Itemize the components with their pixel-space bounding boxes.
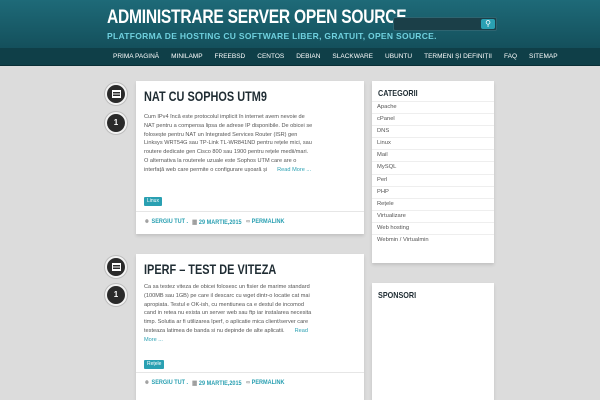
post-title[interactable]: IPERF – TEST DE VITEZA: [144, 261, 276, 277]
post-permalink[interactable]: ∞ PERMALINK: [246, 218, 284, 225]
nav-item-centos[interactable]: CentOS: [251, 48, 290, 66]
category-link-perl[interactable]: Perl: [372, 173, 494, 186]
nav-item-freebsd[interactable]: FreeBSD: [209, 48, 252, 66]
search-box: ⚲: [393, 17, 497, 31]
nav-item-sitemap[interactable]: Sitemap: [523, 48, 564, 66]
post-author-label: SERGIU TUT .: [151, 218, 189, 225]
post-date: ▦ 29 MARTIE,2015: [192, 218, 242, 226]
category-link-mail[interactable]: Mail: [372, 149, 494, 161]
link-icon: ∞: [246, 379, 250, 386]
post-card: NAT CU SOPHOS UTM9 Cum IPv4 încă este pr…: [136, 81, 364, 234]
post-format-badge: [105, 256, 127, 278]
nav-item-slackware[interactable]: Slackware: [326, 48, 379, 66]
sponsors-title: SPONSORI: [378, 290, 417, 300]
nav-item-minilamp[interactable]: MiniLAMP: [165, 48, 208, 66]
user-icon: ☻: [144, 379, 150, 386]
nav-list: Prima pagină MiniLAMP FreeBSD CentOS Deb…: [107, 48, 564, 66]
post-date: ▦ 29 MARTIE,2015: [192, 379, 242, 387]
post-excerpt-text: Ca sa testez viteza de obicei folosesc u…: [144, 284, 312, 334]
categories-title: CATEGORII: [378, 88, 418, 98]
site-title[interactable]: ADMINISTRARE SERVER OPEN SOURCE: [107, 7, 407, 29]
categories-list: Apache cPanel DNS Linux Mail MySQL Perl …: [372, 101, 494, 246]
category-link-mysql[interactable]: MySQL: [372, 161, 494, 173]
post-permalink[interactable]: ∞ PERMALINK: [246, 379, 284, 386]
post-author[interactable]: ☻ SERGIU TUT .: [144, 379, 188, 386]
user-icon: ☻: [144, 218, 150, 225]
category-link-virtualizare[interactable]: Virtualizare: [372, 209, 494, 222]
nav-item-debian[interactable]: Debian: [290, 48, 326, 66]
post-excerpt: Ca sa testez viteza de obicei folosesc u…: [144, 283, 314, 345]
search-button[interactable]: ⚲: [481, 19, 495, 29]
post-tag[interactable]: Rețele: [144, 360, 165, 369]
sponsors-widget: SPONSORI: [372, 283, 494, 400]
document-icon: [111, 263, 121, 271]
nav-item-faq[interactable]: FAQ: [498, 48, 523, 66]
category-link-php[interactable]: PHP: [372, 185, 494, 198]
nav-item-prima-pagina[interactable]: Prima pagină: [107, 48, 165, 66]
post-format-badge: [105, 83, 127, 105]
link-icon: ∞: [246, 218, 250, 225]
nav-item-termeni[interactable]: Termeni și definiții: [418, 48, 498, 66]
categories-widget: CATEGORII Apache cPanel DNS Linux Mail M…: [372, 81, 494, 263]
read-more-link[interactable]: Read More ...: [277, 167, 311, 173]
post-tag[interactable]: Linux: [144, 197, 162, 206]
post-date-label: 29 MARTIE,2015: [198, 380, 242, 387]
site-header: ADMINISTRARE SERVER OPEN SOURCE PLATFORM…: [0, 0, 600, 48]
post-title[interactable]: NAT CU SOPHOS UTM9: [144, 88, 267, 104]
post-permalink-label: PERMALINK: [251, 218, 285, 225]
nav-item-ubuntu[interactable]: Ubuntu: [379, 48, 418, 66]
comment-count-badge[interactable]: 1: [105, 284, 127, 306]
document-icon: [111, 90, 121, 98]
post-excerpt-text: Cum IPv4 încă este protocolul implicit î…: [144, 114, 313, 173]
comment-count-badge[interactable]: 1: [105, 112, 127, 134]
search-input[interactable]: [396, 18, 476, 30]
category-link-linux[interactable]: Linux: [372, 137, 494, 149]
post-date-label: 29 MARTIE,2015: [198, 219, 242, 226]
site-tagline: PLATFORMA DE HOSTING CU SOFTWARE LIBER, …: [107, 31, 437, 41]
category-link-apache[interactable]: Apache: [372, 101, 494, 113]
post-card: IPERF – TEST DE VITEZA Ca sa testez vite…: [136, 254, 364, 400]
category-link-dns[interactable]: DNS: [372, 125, 494, 137]
calendar-icon: ▦: [192, 380, 198, 387]
search-icon: ⚲: [485, 19, 491, 28]
category-link-web-hosting[interactable]: Web hosting: [372, 221, 494, 234]
calendar-icon: ▦: [192, 219, 198, 226]
category-link-webmin[interactable]: Webmin / Virtualmin: [372, 234, 494, 246]
main-nav: Prima pagină MiniLAMP FreeBSD CentOS Deb…: [0, 48, 600, 66]
category-link-cpanel[interactable]: cPanel: [372, 113, 494, 125]
post-meta: ☻ SERGIU TUT . ▦ 29 MARTIE,2015 ∞ PERMALINK: [136, 372, 364, 392]
post-permalink-label: PERMALINK: [251, 379, 285, 386]
category-link-retele[interactable]: Rețele: [372, 197, 494, 210]
post-meta: ☻ SERGIU TUT . ▦ 29 MARTIE,2015 ∞ PERMALINK: [136, 211, 364, 231]
post-author[interactable]: ☻ SERGIU TUT .: [144, 218, 188, 225]
post-excerpt: Cum IPv4 încă este protocolul implicit î…: [144, 113, 314, 175]
post-author-label: SERGIU TUT .: [151, 379, 189, 386]
